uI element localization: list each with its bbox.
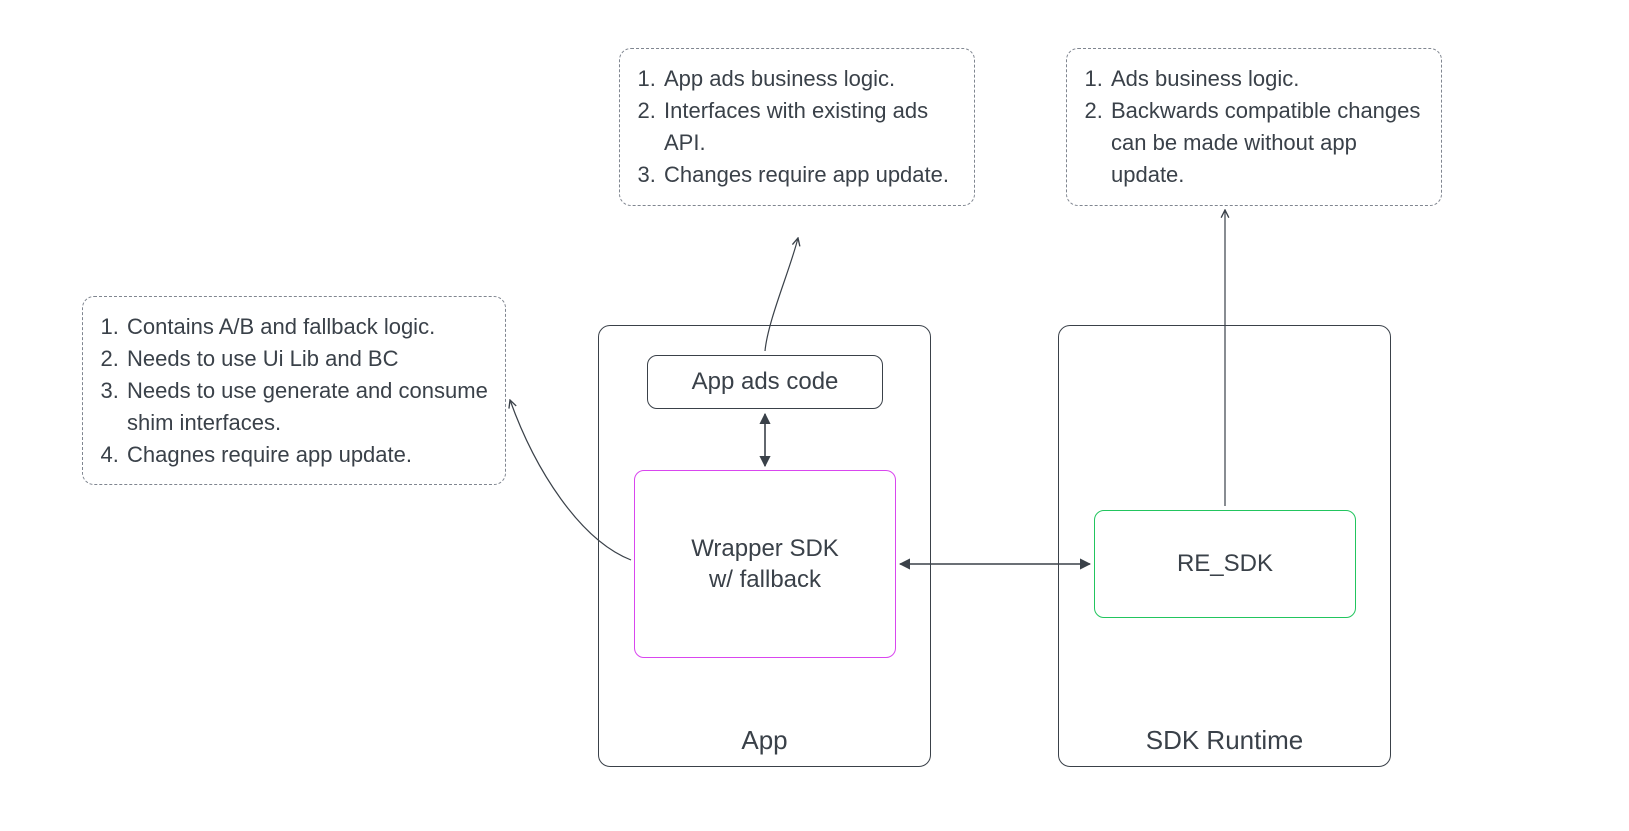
note-item: App ads business logic.: [662, 63, 958, 95]
node-label: RE_SDK: [1177, 548, 1273, 579]
node-label-line: w/ fallback: [691, 564, 839, 595]
note-item: Needs to use Ui Lib and BC: [125, 343, 489, 375]
note-item: Chagnes require app update.: [125, 439, 489, 471]
container-label-app: App: [599, 725, 930, 756]
node-label-line: Wrapper SDK: [691, 533, 839, 564]
note-re-sdk: Ads business logic. Backwards compatible…: [1066, 48, 1442, 206]
note-item: Changes require app update.: [662, 159, 958, 191]
note-item: Needs to use generate and consume shim i…: [125, 375, 489, 439]
note-item: Ads business logic.: [1109, 63, 1425, 95]
note-item: Backwards compatible changes can be made…: [1109, 95, 1425, 191]
node-wrapper-sdk: Wrapper SDK w/ fallback: [634, 470, 896, 658]
note-wrapper-sdk: Contains A/B and fallback logic. Needs t…: [82, 296, 506, 485]
node-app-ads-code: App ads code: [647, 355, 883, 409]
note-item: Contains A/B and fallback logic.: [125, 311, 489, 343]
node-re-sdk: RE_SDK: [1094, 510, 1356, 618]
note-app-ads-code: App ads business logic. Interfaces with …: [619, 48, 975, 206]
note-item: Interfaces with existing ads API.: [662, 95, 958, 159]
container-label-sdk-runtime: SDK Runtime: [1059, 725, 1390, 756]
node-label: App ads code: [692, 366, 839, 397]
